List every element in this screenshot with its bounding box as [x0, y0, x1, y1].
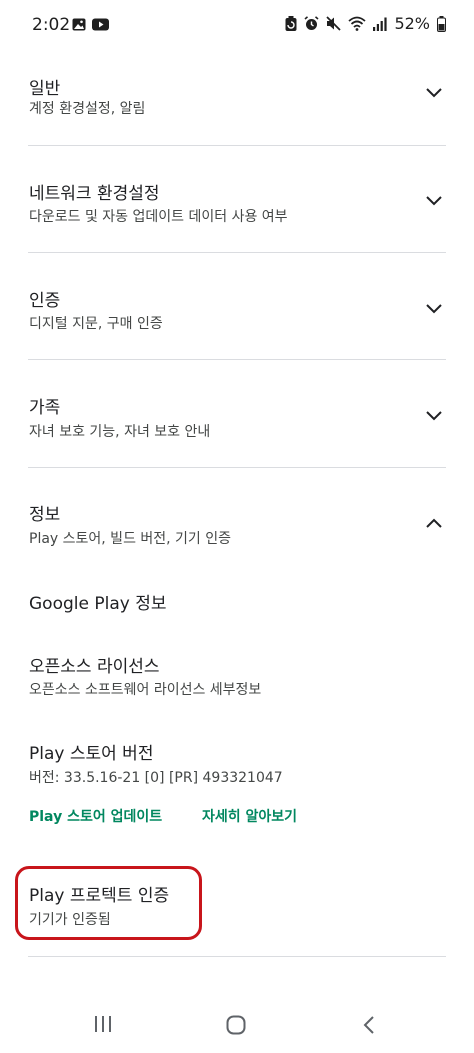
- chevron-down-icon[interactable]: [425, 407, 443, 426]
- section-subtitle: Play 스토어, 빌드 버전, 기기 인증: [29, 531, 232, 547]
- section-title: 인증: [29, 291, 61, 311]
- section-subtitle: 다운로드 및 자동 업데이트 데이터 사용 여부: [29, 209, 288, 225]
- play-store-version-title: Play 스토어 버전: [29, 744, 154, 764]
- mute-icon: [326, 16, 342, 31]
- alarm-icon: [304, 16, 319, 31]
- play-store-version-number: 버전: 33.5.16-21 [0] [PR] 493321047: [29, 770, 283, 786]
- divider: [28, 145, 446, 146]
- section-title: 가족: [29, 398, 61, 418]
- section-title: 정보: [29, 505, 61, 525]
- section-title: 네트워크 환경설정: [29, 184, 160, 204]
- navigation-bar: [0, 995, 474, 1053]
- divider: [28, 252, 446, 253]
- signal-icon: [373, 17, 388, 31]
- status-left-icons: [72, 18, 109, 31]
- highlight-annotation-box: [15, 866, 202, 940]
- status-right: 52%: [285, 14, 446, 33]
- divider: [28, 956, 446, 957]
- google-play-info-item[interactable]: Google Play 정보: [29, 589, 167, 614]
- play-store-update-link[interactable]: Play 스토어 업데이트: [29, 806, 162, 826]
- youtube-icon: [92, 18, 109, 31]
- section-subtitle: 계정 환경설정, 알림: [29, 101, 146, 117]
- wifi-icon: [348, 16, 367, 31]
- learn-more-link[interactable]: 자세히 알아보기: [202, 806, 297, 826]
- section-subtitle: 자녀 보호 기능, 자녀 보호 안내: [29, 424, 211, 440]
- battery-saver-icon: [285, 16, 297, 31]
- home-icon[interactable]: [226, 1015, 246, 1035]
- status-time: 2:02: [32, 15, 71, 35]
- chevron-up-icon[interactable]: [425, 514, 443, 533]
- back-icon[interactable]: [362, 1015, 376, 1035]
- open-source-title: 오픈소스 라이선스: [29, 657, 160, 677]
- battery-percent: 52%: [394, 14, 430, 33]
- recent-apps-icon[interactable]: [94, 1015, 112, 1033]
- open-source-subtitle: 오픈소스 소프트웨어 라이선스 세부정보: [29, 682, 262, 698]
- chevron-down-icon[interactable]: [425, 300, 443, 319]
- battery-icon: [437, 15, 446, 32]
- chevron-down-icon[interactable]: [425, 192, 443, 211]
- section-subtitle: 디지털 지문, 구매 인증: [29, 316, 163, 332]
- gallery-icon: [72, 18, 86, 31]
- divider: [28, 359, 446, 360]
- divider: [28, 467, 446, 468]
- chevron-down-icon[interactable]: [425, 84, 443, 103]
- status-bar: 2:02 52%: [0, 0, 474, 50]
- section-title: 일반: [29, 79, 61, 99]
